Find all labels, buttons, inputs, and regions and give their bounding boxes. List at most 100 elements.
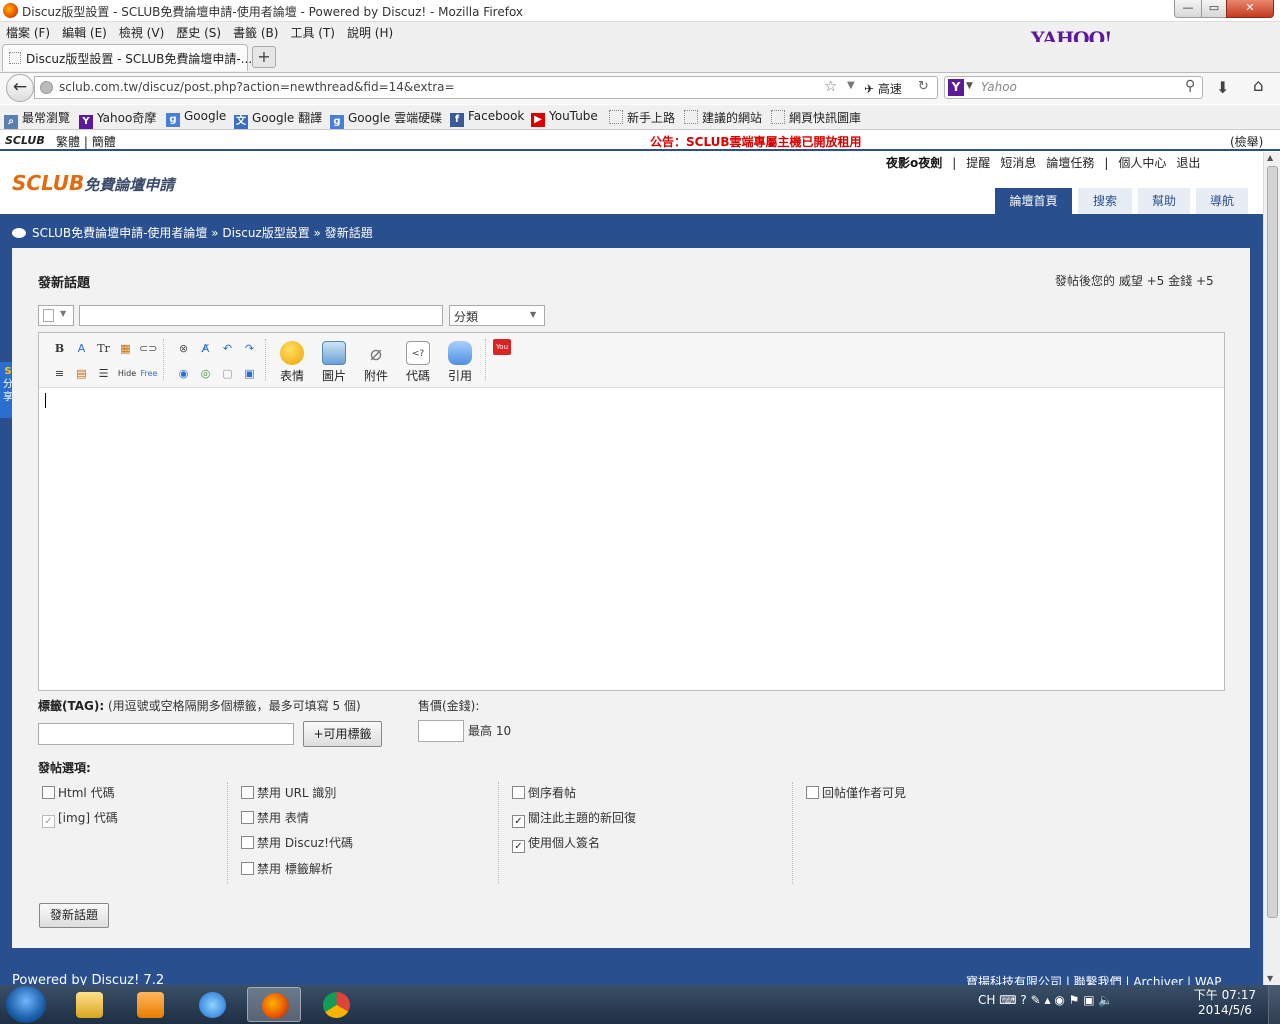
bold-icon[interactable]: B (51, 341, 68, 357)
option-reverse-order[interactable]: 倒序看帖 (512, 784, 576, 801)
free-icon[interactable]: Free (139, 366, 159, 382)
youtube-icon[interactable]: You (493, 339, 511, 355)
bookmark-star-icon[interactable]: ☆ (824, 77, 837, 95)
bookmark-yahoo[interactable]: Y Yahoo奇摩 (79, 109, 156, 129)
checkbox[interactable] (512, 786, 525, 799)
pen-icon[interactable]: ✎ (1031, 993, 1041, 1007)
scroll-up-icon[interactable]: ▲ (1267, 153, 1273, 162)
option-watch-replies[interactable]: ✓ 關注此主題的新回復 (512, 809, 636, 828)
browser-tab[interactable]: Discuz版型設置 - SCLUB免費論壇申請-... (2, 44, 252, 71)
chevron-down-icon[interactable]: ▼ (966, 81, 973, 91)
forum-logo[interactable]: SCLUB免費論壇申請 (12, 171, 174, 195)
bookmark-google-drive[interactable]: g Google 雲端硬碟 (330, 109, 442, 129)
redo-icon[interactable]: ↷ (241, 341, 258, 357)
bookmark-facebook[interactable]: f Facebook (450, 109, 524, 127)
menu-view[interactable]: 檢視 (V) (113, 22, 170, 43)
menu-edit[interactable]: 編輯 (E) (56, 22, 113, 43)
scroll-down-icon[interactable]: ▼ (1267, 974, 1273, 983)
home-icon[interactable]: ⌂ (1253, 76, 1264, 96)
font-color-icon[interactable]: A (73, 341, 90, 357)
nav-tab-search[interactable]: 搜索 (1078, 188, 1132, 214)
username-link[interactable]: 夜影o夜劍 (886, 156, 942, 170)
speed-dial-label[interactable]: ✈ 高速 (864, 80, 902, 97)
logout-link[interactable]: 退出 (1176, 156, 1200, 170)
category-select[interactable]: 分類 ▼ (449, 305, 545, 326)
reload-icon[interactable]: ↻ (918, 79, 929, 94)
nav-tab-help[interactable]: 幫助 (1138, 188, 1190, 214)
option-disable-discuz-code[interactable]: 禁用 Discuz!代碼 (241, 834, 353, 851)
tray-expand-icon[interactable]: ▴ (1044, 993, 1050, 1007)
thread-icon-select[interactable]: ▼ (38, 305, 74, 326)
yahoo-search-icon[interactable]: Y (948, 79, 964, 96)
network-icon[interactable]: ▣ (1083, 993, 1094, 1007)
close-window-button[interactable]: ✕ (1226, 0, 1274, 18)
checkbox-checked[interactable]: ✓ (512, 840, 525, 853)
pagebreak-icon[interactable]: ▣ (241, 366, 258, 382)
checkbox[interactable] (241, 786, 254, 799)
menu-history[interactable]: 歷史 (S) (170, 22, 227, 43)
list-icon[interactable]: ☰ (95, 366, 112, 382)
volume-icon[interactable]: 🔈 (1098, 993, 1113, 1007)
new-tab-button[interactable]: + (252, 46, 276, 68)
show-desktop-button[interactable] (1268, 985, 1280, 1024)
price-input[interactable] (418, 720, 464, 742)
menu-bookmarks[interactable]: 書籤 (B) (227, 22, 284, 43)
scrollbar-thumb[interactable] (1267, 166, 1278, 918)
taskbar-explorer[interactable] (62, 987, 116, 1022)
taskbar-internet-explorer[interactable] (185, 987, 239, 1022)
input-language[interactable]: CH (978, 993, 995, 1007)
minimize-button[interactable]: — (1174, 0, 1202, 18)
checkbox-checked[interactable]: ✓ (512, 815, 525, 828)
remove-format-icon[interactable]: A̸ (197, 341, 214, 357)
hide-icon[interactable]: Hide (117, 366, 137, 382)
bookmark-most-visited[interactable]: ⌕ 最常瀏覽 (4, 109, 70, 129)
page-icon[interactable]: ▢ (219, 366, 236, 382)
breadcrumb-text[interactable]: SCLUB免費論壇申請-使用者論壇 » Discuz版型設置 » 發新話題 (32, 226, 373, 240)
bookmark-youtube[interactable]: ▶ YouTube (531, 109, 598, 127)
vertical-scrollbar[interactable]: ▲ ▼ (1263, 152, 1280, 985)
lang-simplified-link[interactable]: 簡體 (92, 135, 116, 149)
nav-tab-forum-home[interactable]: 論壇首頁 (995, 188, 1072, 214)
align-left-icon[interactable]: ≡ (51, 366, 68, 382)
back-button[interactable]: ← (6, 74, 34, 102)
checkbox[interactable] (241, 862, 254, 875)
url-bar[interactable]: sclub.com.tw/discuz/post.php?action=newt… (34, 76, 938, 99)
taskbar-chrome[interactable] (309, 987, 363, 1022)
taskbar-media-player[interactable] (123, 987, 177, 1022)
site-notice[interactable]: 公告：SCLUB雲端專屬主機已開放租用 (650, 133, 862, 150)
menu-help[interactable]: 說明 (H) (341, 22, 399, 43)
tag-input[interactable] (38, 723, 294, 745)
clock[interactable]: 下午 07:17 2014/5/6 (1190, 988, 1260, 1018)
start-button[interactable] (6, 986, 46, 1023)
menu-file[interactable]: 檔案 (F) (0, 22, 56, 43)
bookmark-google-translate[interactable]: 文 Google 翻譯 (234, 109, 322, 129)
nav-tab-navigation[interactable]: 導航 (1196, 188, 1248, 214)
bookmark-suggested-sites[interactable]: 建議的網站 (684, 109, 762, 126)
bookmark-getting-started[interactable]: 新手上路 (609, 109, 675, 126)
site-mini-logo[interactable]: SCLUB (5, 134, 45, 147)
maximize-button[interactable]: ▭ (1201, 0, 1227, 18)
bookmark-web-slice[interactable]: 網頁快訊圖庫 (771, 109, 861, 126)
web-image-icon[interactable]: ◉ (175, 366, 192, 382)
menu-tools[interactable]: 工具 (T) (284, 22, 341, 43)
bookmark-google[interactable]: g Google (166, 109, 226, 127)
flag-icon[interactable]: ⚑ (1069, 993, 1080, 1007)
unlink-icon[interactable]: ⊗ (175, 341, 192, 357)
flash-icon[interactable]: ◎ (197, 366, 214, 382)
help-icon[interactable]: ? (1020, 993, 1026, 1007)
lang-traditional-link[interactable]: 繁體 (56, 135, 80, 149)
option-disable-tag-parse[interactable]: 禁用 標籤解析 (241, 860, 333, 877)
download-icon[interactable]: ⬇ (1216, 78, 1229, 97)
taskbar-firefox[interactable] (247, 987, 301, 1022)
link-icon[interactable]: ⊂⊃ (139, 341, 157, 357)
code-button[interactable]: <? 代碼 (401, 341, 435, 384)
keyboard-icon[interactable]: ⌨ (999, 993, 1016, 1007)
report-link[interactable]: (檢舉) (1230, 133, 1263, 150)
option-html[interactable]: Html 代碼 (42, 784, 115, 801)
checkbox[interactable] (241, 836, 254, 849)
table-icon[interactable]: ▤ (73, 366, 90, 382)
option-use-signature[interactable]: ✓ 使用個人簽名 (512, 834, 600, 853)
url-text[interactable]: sclub.com.tw/discuz/post.php?action=newt… (59, 80, 455, 94)
notifications-link[interactable]: 提醒 (966, 156, 990, 170)
checkbox[interactable] (241, 811, 254, 824)
